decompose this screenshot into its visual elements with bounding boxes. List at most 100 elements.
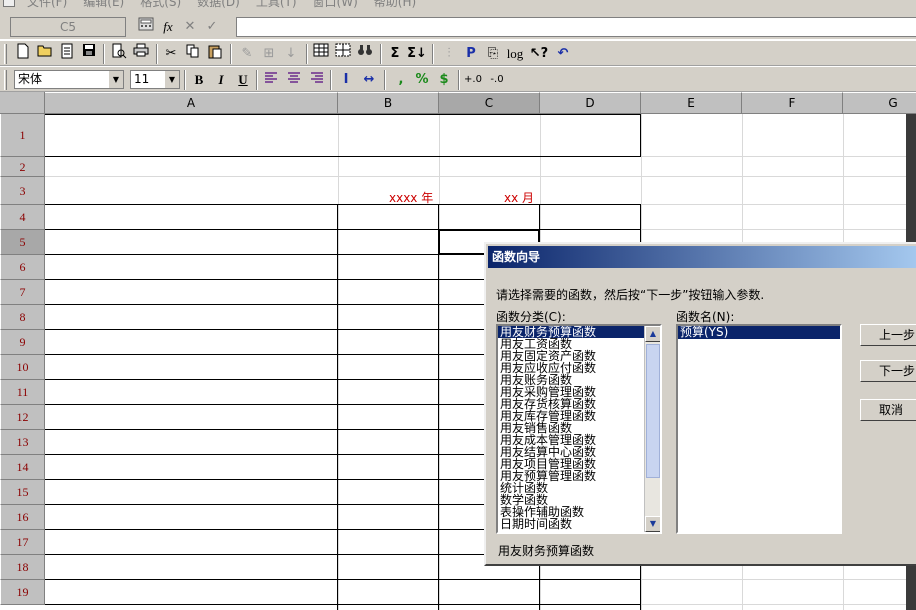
toolbar-grip[interactable] bbox=[4, 70, 7, 90]
chart-icon[interactable]: ⫶ bbox=[438, 43, 460, 65]
row-header-17[interactable]: 17 bbox=[0, 530, 45, 555]
increase-decimal-icon[interactable]: +.0 bbox=[462, 69, 484, 91]
open-folder-icon[interactable] bbox=[34, 43, 56, 65]
save-icon[interactable] bbox=[78, 43, 100, 65]
underline-icon[interactable]: U bbox=[232, 69, 254, 91]
new-file-icon[interactable] bbox=[12, 43, 34, 65]
row-header-1[interactable]: 1 bbox=[0, 114, 45, 157]
undo-icon[interactable]: ↶ bbox=[552, 43, 574, 65]
align-right-icon[interactable] bbox=[306, 69, 328, 91]
grid-icon[interactable] bbox=[310, 43, 332, 65]
row-header-6[interactable]: 6 bbox=[0, 255, 45, 280]
row-header-12[interactable]: 12 bbox=[0, 405, 45, 430]
row-header-18[interactable]: 18 bbox=[0, 555, 45, 580]
category-scrollbar[interactable]: ▲ ▼ bbox=[644, 326, 660, 532]
column-header-g[interactable]: G bbox=[843, 92, 916, 114]
paste-icon[interactable] bbox=[204, 43, 226, 65]
horizontal-fit-icon[interactable]: ↔ bbox=[358, 69, 380, 91]
menu-data[interactable]: 数据(D) bbox=[189, 0, 248, 10]
document-icon[interactable] bbox=[56, 43, 78, 65]
log-icon[interactable]: log bbox=[504, 43, 526, 65]
cancel-edit-icon[interactable]: ✕ bbox=[180, 17, 200, 37]
decrease-decimal-icon[interactable]: -.0 bbox=[486, 69, 508, 91]
menu-file[interactable]: 文件(F) bbox=[19, 0, 75, 10]
copy-icon[interactable] bbox=[182, 43, 204, 65]
prev-step-button[interactable]: 上一步 bbox=[860, 324, 916, 346]
row-header-5[interactable]: 5 bbox=[0, 230, 45, 255]
scroll-down-icon[interactable]: ▼ bbox=[645, 516, 660, 532]
toolbar-grip[interactable] bbox=[4, 44, 7, 64]
row-header-2[interactable]: 2 bbox=[0, 157, 45, 177]
dialog-title[interactable]: 函数向导 bbox=[488, 246, 916, 268]
align-center-icon[interactable] bbox=[283, 69, 305, 91]
row-header-8[interactable]: 8 bbox=[0, 305, 45, 330]
cancel-button[interactable]: 取消 bbox=[860, 399, 916, 421]
dialog-status-text: 用友财务预算函数 bbox=[498, 544, 595, 558]
font-size-select[interactable]: 11 ▼ bbox=[130, 70, 180, 89]
cell-b3-year[interactable]: xxxx 年 bbox=[389, 189, 433, 206]
column-header-e[interactable]: E bbox=[641, 92, 742, 114]
chevron-down-icon[interactable]: ▼ bbox=[164, 71, 179, 88]
next-step-button[interactable]: 下一步 bbox=[860, 360, 916, 382]
function-item[interactable]: 预算(YS) bbox=[678, 326, 840, 339]
column-header-b[interactable]: B bbox=[338, 92, 439, 114]
column-header-f[interactable]: F bbox=[742, 92, 843, 114]
row-header-15[interactable]: 15 bbox=[0, 480, 45, 505]
menu-window[interactable]: 窗口(W) bbox=[305, 0, 366, 10]
doc-arrow-icon[interactable]: ⎘ bbox=[482, 43, 504, 65]
function-wizard-dialog: 函数向导 请选择需要的函数，然后按“下一步”按钮输入参数. 函数分类(C): 函… bbox=[484, 242, 916, 566]
comma-style-icon[interactable]: , bbox=[390, 69, 412, 91]
currency-style-icon[interactable]: $ bbox=[433, 69, 455, 91]
calculator-icon[interactable] bbox=[136, 17, 156, 37]
cell-c3-month[interactable]: xx 月 bbox=[504, 189, 534, 206]
function-wizard-button[interactable]: fx bbox=[158, 17, 178, 37]
row-header-4[interactable]: 4 bbox=[0, 205, 45, 230]
row-header-16[interactable]: 16 bbox=[0, 505, 45, 530]
table-icon[interactable] bbox=[332, 43, 354, 65]
font-name-select[interactable]: 宋体 ▼ bbox=[14, 70, 124, 89]
find-icon[interactable] bbox=[354, 43, 376, 65]
percent-style-icon[interactable]: % bbox=[411, 69, 433, 91]
menu-format[interactable]: 格式(S) bbox=[132, 0, 189, 10]
align-left-icon[interactable] bbox=[260, 69, 282, 91]
row-header-7[interactable]: 7 bbox=[0, 280, 45, 305]
select-all-corner[interactable] bbox=[0, 92, 45, 114]
menu-edit[interactable]: 编辑(E) bbox=[75, 0, 132, 10]
column-header-d[interactable]: D bbox=[540, 92, 641, 114]
category-item[interactable]: 日期时间函数 bbox=[498, 518, 644, 530]
menu-help[interactable]: 帮助(H) bbox=[366, 0, 424, 10]
row-header-13[interactable]: 13 bbox=[0, 430, 45, 455]
help-pointer-icon[interactable]: ↖? bbox=[528, 43, 550, 65]
chevron-down-icon[interactable]: ▼ bbox=[108, 71, 123, 88]
italic-icon[interactable]: I bbox=[210, 69, 232, 91]
row-header-3[interactable]: 3 bbox=[0, 177, 45, 205]
cell-reference-box[interactable]: C5 bbox=[10, 17, 126, 37]
insert-icon[interactable]: ⊞ bbox=[258, 43, 280, 65]
print-icon[interactable] bbox=[130, 43, 152, 65]
category-listbox[interactable]: 用友财务预算函数 用友工资函数 用友固定资产函数 用友应收应付函数 用友账务函数… bbox=[496, 324, 662, 534]
row-header-11[interactable]: 11 bbox=[0, 380, 45, 405]
row-header-14[interactable]: 14 bbox=[0, 455, 45, 480]
bold-icon[interactable]: B bbox=[188, 69, 210, 91]
column-header-a[interactable]: A bbox=[45, 92, 338, 114]
row-header-9[interactable]: 9 bbox=[0, 330, 45, 355]
confirm-edit-icon[interactable]: ✓ bbox=[202, 17, 222, 37]
sum-icon[interactable]: Σ bbox=[384, 43, 406, 65]
menu-tools[interactable]: 工具(T) bbox=[248, 0, 305, 10]
cut-icon[interactable]: ✂ bbox=[160, 43, 182, 65]
p-icon[interactable]: P bbox=[460, 43, 482, 65]
app-icon bbox=[3, 0, 15, 7]
format-painter-icon[interactable]: ✎ bbox=[236, 43, 258, 65]
vertical-align-icon[interactable]: I bbox=[335, 69, 357, 91]
row-header-19[interactable]: 19 bbox=[0, 580, 45, 605]
row-header-10[interactable]: 10 bbox=[0, 355, 45, 380]
sort-icon[interactable]: ↓ bbox=[280, 43, 302, 65]
category-label: 函数分类(C): bbox=[496, 310, 566, 324]
print-preview-icon[interactable] bbox=[108, 43, 130, 65]
formula-input[interactable] bbox=[236, 17, 916, 37]
sum-dropdown-icon[interactable]: Σ↓ bbox=[406, 43, 428, 65]
scroll-thumb[interactable] bbox=[646, 344, 660, 478]
function-name-listbox[interactable]: 预算(YS) bbox=[676, 324, 842, 534]
scroll-up-icon[interactable]: ▲ bbox=[645, 326, 660, 342]
column-header-c[interactable]: C bbox=[439, 92, 540, 114]
